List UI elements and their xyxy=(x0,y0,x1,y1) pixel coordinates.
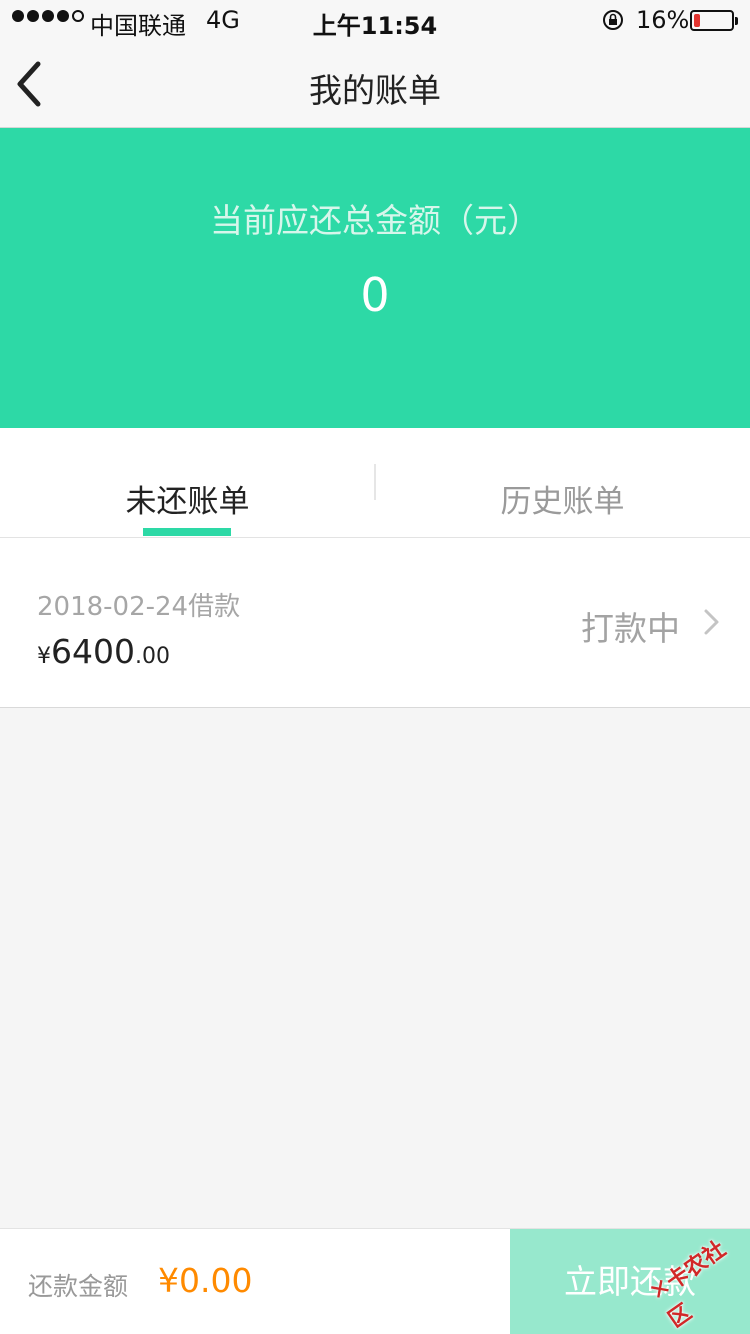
repay-now-button[interactable]: 立即还款 xyxy=(510,1229,750,1334)
navigation-bar: 我的账单 xyxy=(0,40,750,128)
page-title: 我的账单 xyxy=(309,71,441,110)
active-tab-indicator xyxy=(143,528,231,536)
total-due-label: 当前应还总金额（元） xyxy=(210,201,540,240)
bill-amount-integer: 6400 xyxy=(51,632,135,671)
status-bar: 中国联通 4G 上午11:54 16% xyxy=(0,0,750,40)
tab-history-bills[interactable]: 历史账单 xyxy=(375,428,750,538)
tab-history-label: 历史账单 xyxy=(500,484,625,520)
battery-level xyxy=(694,14,700,27)
bill-currency-symbol: ¥ xyxy=(37,644,51,669)
battery-percent: 16% xyxy=(636,6,690,34)
bill-tabs: 未还账单 历史账单 xyxy=(0,428,750,538)
repay-amount-label: 还款金额 xyxy=(28,1272,129,1301)
tab-unpaid-bills[interactable]: 未还账单 xyxy=(0,428,375,538)
tab-unpaid-label: 未还账单 xyxy=(125,484,250,520)
bill-date: 2018-02-24借款 xyxy=(37,592,241,622)
bill-amount-decimal: .00 xyxy=(134,644,170,669)
battery-icon xyxy=(690,10,738,31)
chevron-right-icon xyxy=(704,609,719,635)
bill-list-item[interactable]: 2018-02-24借款 ¥6400.00 打款中 xyxy=(0,538,750,708)
repay-amount-value: ¥0.00 xyxy=(158,1261,253,1300)
rotation-lock-icon xyxy=(603,10,623,30)
bill-status: 打款中 xyxy=(581,609,680,648)
total-due-amount: 0 xyxy=(360,268,390,322)
bill-amount: ¥6400.00 xyxy=(37,632,170,671)
summary-panel: 当前应还总金额（元） 0 xyxy=(0,128,750,428)
repay-bar: 还款金额 ¥0.00 立即还款 xyxy=(0,1228,750,1334)
